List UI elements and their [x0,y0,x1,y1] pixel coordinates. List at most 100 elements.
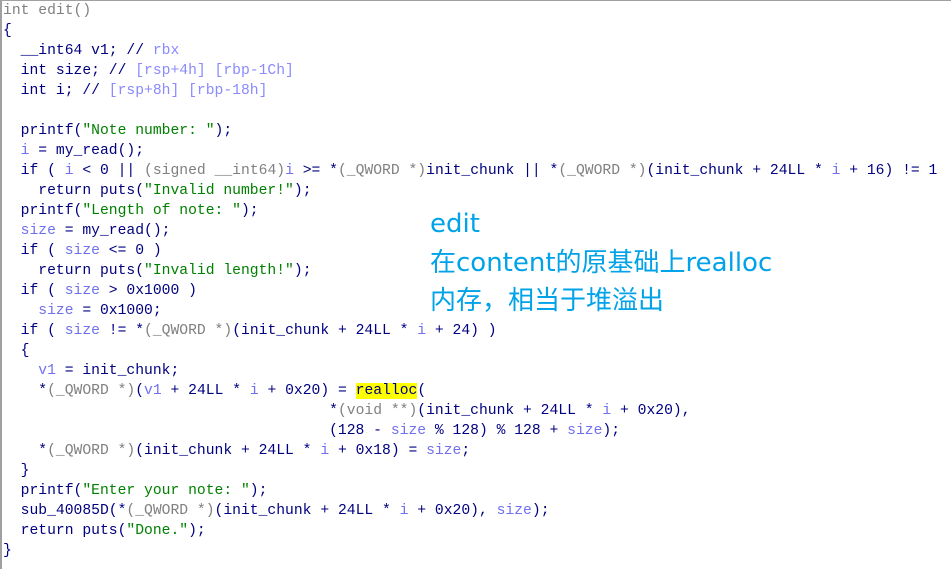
string-literal: "Invalid number!" [144,183,294,199]
variable-token: v1 [38,363,56,379]
annotation-line: 内存，相当于堆溢出 [430,286,665,316]
code-line[interactable]: if ( size <= 0 ) [3,241,162,261]
code-line[interactable]: if ( i < 0 || (signed __int64)i >= *(_QW… [3,161,938,181]
code-token: (128 - [3,423,391,439]
code-line[interactable]: } [3,461,30,481]
variable-token: i [249,383,259,399]
code-token: < 0 || [73,163,145,179]
code-token: * [3,383,48,399]
code-line[interactable]: if ( size != *(_QWORD *)(init_chunk + 24… [3,321,497,341]
code-line[interactable]: int edit() [3,1,91,21]
code-token: [rsp+4h] [rbp-1Ch] [135,63,294,79]
code-line[interactable]: } [3,541,12,561]
variable-token: size [426,443,462,459]
code-token: { [3,23,12,39]
variable-token: size [567,423,603,439]
code-token: (init_chunk + 24LL * [646,163,832,179]
code-token: = my_read(); [29,143,145,159]
highlighted-token: realloc [355,383,418,399]
code-token: __int64 v1; // [3,43,153,59]
code-line[interactable]: (128 - size % 128) % 128 + size); [3,421,620,441]
variable-token: size [64,283,100,299]
code-line[interactable]: size = my_read(); [3,221,171,241]
code-line[interactable]: if ( size > 0x1000 ) [3,281,197,301]
code-line[interactable]: v1 = init_chunk; [3,361,179,381]
code-token: printf( [3,123,83,139]
code-line[interactable]: size = 0x1000; [3,301,162,321]
code-line[interactable]: return puts("Invalid number!"); [3,181,312,201]
variable-token: i [64,163,74,179]
code-token: printf( [3,203,83,219]
code-token: ); [293,183,312,199]
code-line[interactable]: { [3,341,30,361]
code-token: + 0x20) = [258,383,356,399]
code-token: * [3,403,338,419]
code-token: <= 0 ) [99,243,162,259]
code-token: (void **) [337,403,418,419]
annotation-title: edit [430,209,480,239]
code-token: return puts( [3,183,145,199]
code-token: if ( [3,283,65,299]
code-token: if ( [3,323,65,339]
code-token: ); [602,423,621,439]
code-token: (signed __int64) [144,163,286,179]
code-line[interactable]: *(_QWORD *)(v1 + 24LL * i + 0x20) = real… [3,381,426,401]
code-token: >= * [293,163,338,179]
variable-token: v1 [144,383,162,399]
code-line[interactable]: int size; // [rsp+4h] [rbp-1Ch] [3,61,294,81]
string-literal: "Invalid length!" [144,263,294,279]
code-token: ( [135,383,145,399]
code-token: (_QWORD *) [47,443,136,459]
code-token: rbx [152,43,180,59]
code-line[interactable]: return puts("Done."); [3,521,206,541]
code-token: int size; // [3,63,136,79]
code-token: (_QWORD *) [337,163,427,179]
code-token: ); [188,523,206,539]
annotation-line: 在content的原基础上realloc [430,247,773,278]
code-token: + 24LL * [161,383,250,399]
code-line[interactable]: sub_40085D(*(_QWORD *)(init_chunk + 24LL… [3,501,550,521]
code-line[interactable]: *(void **)(init_chunk + 24LL * i + 0x20)… [3,401,691,421]
annotation-note: edit 在content的原基础上realloc 内存，相当于堆溢出 [430,205,772,321]
code-token: ); [531,503,550,519]
code-token: + 0x20), [611,403,691,419]
code-line[interactable]: __int64 v1; // rbx [3,41,180,61]
code-line[interactable]: return puts("Invalid length!"); [3,261,311,281]
code-token: ; [461,443,471,459]
code-line[interactable]: printf("Note number: "); [3,121,233,141]
code-line[interactable]: printf("Length of note: "); [3,201,259,221]
code-token: ); [249,483,268,499]
code-token: printf( [3,483,83,499]
code-token: ); [214,123,233,139]
code-token: + 16) != 1 [840,163,938,179]
code-token: + 0x20), [408,503,497,519]
code-token: (_QWORD *) [144,323,233,339]
code-token: ( [417,383,427,399]
variable-token: i [417,323,427,339]
variable-token: i [285,163,294,179]
code-token: } [3,543,12,559]
code-line[interactable]: int i; // [rsp+8h] [rbp-18h] [3,81,268,101]
code-token: + 0x18) = [329,443,427,459]
variable-token: size [64,243,100,259]
code-token: int edit() [3,3,92,19]
code-token: if ( [3,243,65,259]
code-token: ); [240,203,259,219]
variable-token: size [390,423,427,439]
code-token: if ( [3,163,65,179]
code-line[interactable]: printf("Enter your note: "); [3,481,268,501]
code-line[interactable]: { [3,21,12,41]
code-token: + 24) ) [426,323,497,339]
code-token: % 128) % 128 + [426,423,568,439]
code-line[interactable]: i = my_read(); [3,141,144,161]
string-literal: "Length of note: " [82,203,241,219]
code-line[interactable]: *(_QWORD *)(init_chunk + 24LL * i + 0x18… [3,441,470,461]
code-token: (init_chunk + 24LL * [214,503,400,519]
code-token: (init_chunk + 24LL * [135,443,321,459]
string-literal: "Done." [126,523,189,539]
code-token: = 0x1000; [73,303,162,319]
